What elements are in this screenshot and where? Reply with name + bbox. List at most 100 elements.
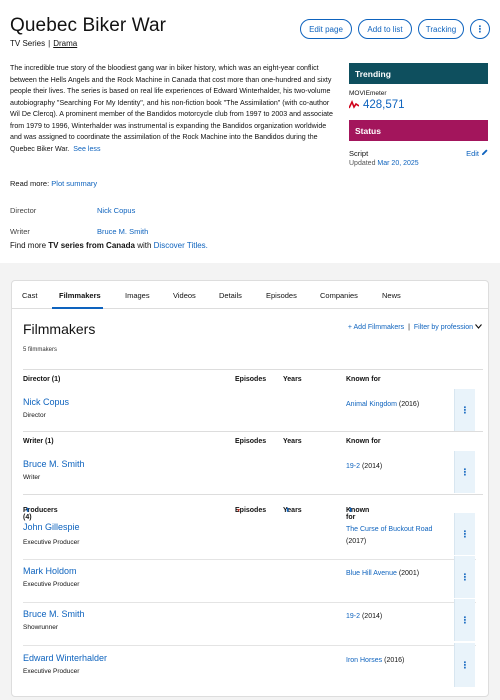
col-years: Years: [283, 438, 302, 445]
row-more-button[interactable]: ⋮: [454, 556, 475, 598]
sort-icon[interactable]: ⬍: [25, 507, 30, 514]
sort-icon[interactable]: ⬍: [285, 507, 290, 514]
row-more-button[interactable]: ⋮: [454, 451, 475, 493]
lower-section: Cast Filmmakers Images Videos Details Ep…: [0, 263, 500, 700]
filmmaker-role: Showrunner: [23, 624, 59, 631]
tab-videos[interactable]: Videos: [173, 291, 196, 300]
status-body: Script Edit Updated Mar 20, 2025: [349, 145, 488, 177]
tab-news[interactable]: News: [382, 291, 401, 300]
known-for: Animal Kingdom (2016): [346, 399, 458, 411]
section-header-director: Director (1) Episodes Years Known for: [23, 369, 483, 388]
known-for-year: (2016): [384, 657, 405, 664]
row-more-button[interactable]: ⋮: [454, 643, 475, 687]
credit-value-link[interactable]: Nick Copus: [97, 206, 135, 215]
col-episodes: Episodes: [235, 376, 267, 383]
known-for-year: (2016): [398, 401, 420, 408]
see-less-link[interactable]: See less: [73, 145, 100, 153]
add-to-list-button[interactable]: Add to list: [358, 19, 412, 39]
row-divider: [23, 559, 476, 560]
known-for: Blue Hill Avenue (2001): [346, 568, 458, 580]
credit-row-director: Director Nick Copus: [10, 200, 250, 221]
filmmaker-row: Bruce M. Smith Writer 19-2 (2014): [23, 459, 483, 497]
title-type: TV Series: [10, 39, 46, 48]
updated-label: Updated: [349, 160, 376, 167]
tab-cast[interactable]: Cast: [22, 291, 37, 300]
known-for-link[interactable]: 19-2: [346, 613, 360, 620]
status-bar: Status: [349, 120, 488, 141]
filmmaker-role: Executive Producer: [23, 539, 80, 546]
filmmaker-row: Mark Holdom Executive Producer Blue Hill…: [23, 566, 483, 604]
known-for-year: (2001): [398, 570, 420, 577]
filmmakers-actions: + Add Filmmakers | Filter by profession: [348, 324, 482, 331]
discover-titles-link[interactable]: Discover Titles.: [154, 241, 208, 250]
updated-date: Mar 20, 2025: [377, 160, 419, 167]
row-divider: [23, 645, 476, 646]
credit-label: Writer: [10, 227, 30, 236]
section-label: Director (1): [23, 376, 61, 383]
known-for-link[interactable]: Blue Hill Avenue: [346, 570, 397, 577]
edit-page-button[interactable]: Edit page: [300, 19, 352, 39]
trending-bar: Trending: [349, 63, 488, 84]
filmmaker-name-link[interactable]: Nick Copus: [23, 397, 69, 407]
known-for-year: (2017): [346, 538, 367, 545]
col-known-for: Known for: [346, 376, 381, 383]
filmmaker-name-link[interactable]: Mark Holdom: [23, 566, 77, 576]
tab-details[interactable]: Details: [219, 291, 242, 300]
status-edit-button[interactable]: Edit: [466, 149, 488, 158]
filmmaker-role: Director: [23, 412, 46, 419]
tab-filmmakers[interactable]: Filmmakers: [59, 291, 101, 300]
col-known-for: Known for: [346, 438, 381, 445]
find-more-middle: with: [137, 241, 152, 250]
moviemeter-label: MOVIEmeter: [349, 90, 387, 97]
plot-text: The incredible true story of the bloodie…: [10, 64, 333, 153]
filmmaker-role: Executive Producer: [23, 581, 80, 588]
known-for-link[interactable]: 19-2: [346, 463, 360, 470]
sort-icon[interactable]: ⬍: [348, 507, 353, 514]
known-for: 19-2 (2014): [346, 611, 458, 623]
tab-bar: Cast Filmmakers Images Videos Details Ep…: [12, 281, 488, 309]
known-for-link[interactable]: Animal Kingdom: [346, 401, 397, 408]
find-more-prefix: Find more: [10, 241, 47, 250]
subtitle-separator: |: [48, 39, 51, 48]
row-more-button[interactable]: ⋮: [454, 599, 475, 641]
filmmaker-name-link[interactable]: John Gillespie: [23, 522, 80, 532]
col-episodes: Episodes: [235, 438, 267, 445]
tab-images[interactable]: Images: [125, 291, 150, 300]
filmmaker-role: Writer: [23, 474, 41, 481]
tab-episodes[interactable]: Episodes: [266, 291, 297, 300]
known-for-link[interactable]: Iron Horses: [346, 657, 382, 664]
row-more-button[interactable]: ⋮: [454, 389, 475, 431]
more-options-button[interactable]: ⋮: [470, 19, 490, 39]
known-for: Iron Horses (2016): [346, 655, 458, 667]
read-more-label: Read more:: [10, 179, 50, 188]
side-panel: Trending MOVIEmeter 428,571 Status Scrip…: [349, 63, 488, 177]
filter-by-profession-button[interactable]: Filter by profession: [414, 324, 482, 331]
add-filmmakers-button[interactable]: + Add Filmmakers: [348, 324, 404, 331]
page-title: Quebec Biker War: [10, 15, 167, 36]
plot-summary-link[interactable]: Plot summary: [51, 179, 97, 188]
credit-value-link[interactable]: Bruce M. Smith: [97, 227, 148, 236]
filmmaker-row: Edward Winterhalder Executive Producer I…: [23, 653, 483, 691]
tab-companies[interactable]: Companies: [320, 291, 358, 300]
filter-label: Filter by profession: [413, 324, 474, 331]
known-for-link[interactable]: The Curse of Buckout Road: [346, 526, 432, 533]
trend-line-icon: [349, 100, 359, 110]
known-for: 19-2 (2014): [346, 461, 458, 473]
status-updated: Updated Mar 20, 2025: [349, 160, 419, 167]
moviemeter-value[interactable]: 428,571: [349, 99, 488, 111]
known-for-year: (2014): [361, 463, 383, 470]
genre-link[interactable]: Drama: [53, 39, 77, 48]
credits-list: Director Nick Copus Writer Bruce M. Smit…: [10, 200, 250, 242]
credit-label: Director: [10, 206, 37, 215]
row-more-button[interactable]: ⋮: [454, 513, 475, 555]
tracking-button[interactable]: Tracking: [418, 19, 464, 39]
credit-row-writer: Writer Bruce M. Smith: [10, 221, 250, 242]
find-more-bold: TV series from Canada: [48, 241, 135, 250]
known-for-year: (2014): [361, 613, 383, 620]
filmmakers-count: 5 filmmakers: [23, 347, 58, 353]
filmmaker-name-link[interactable]: Edward Winterhalder: [23, 653, 107, 663]
filmmaker-name-link[interactable]: Bruce M. Smith: [23, 609, 85, 619]
find-more: Find more TV series from Canada with Dis…: [10, 241, 208, 250]
filmmaker-name-link[interactable]: Bruce M. Smith: [23, 459, 85, 469]
sort-desc-icon[interactable]: ▾: [237, 507, 240, 514]
